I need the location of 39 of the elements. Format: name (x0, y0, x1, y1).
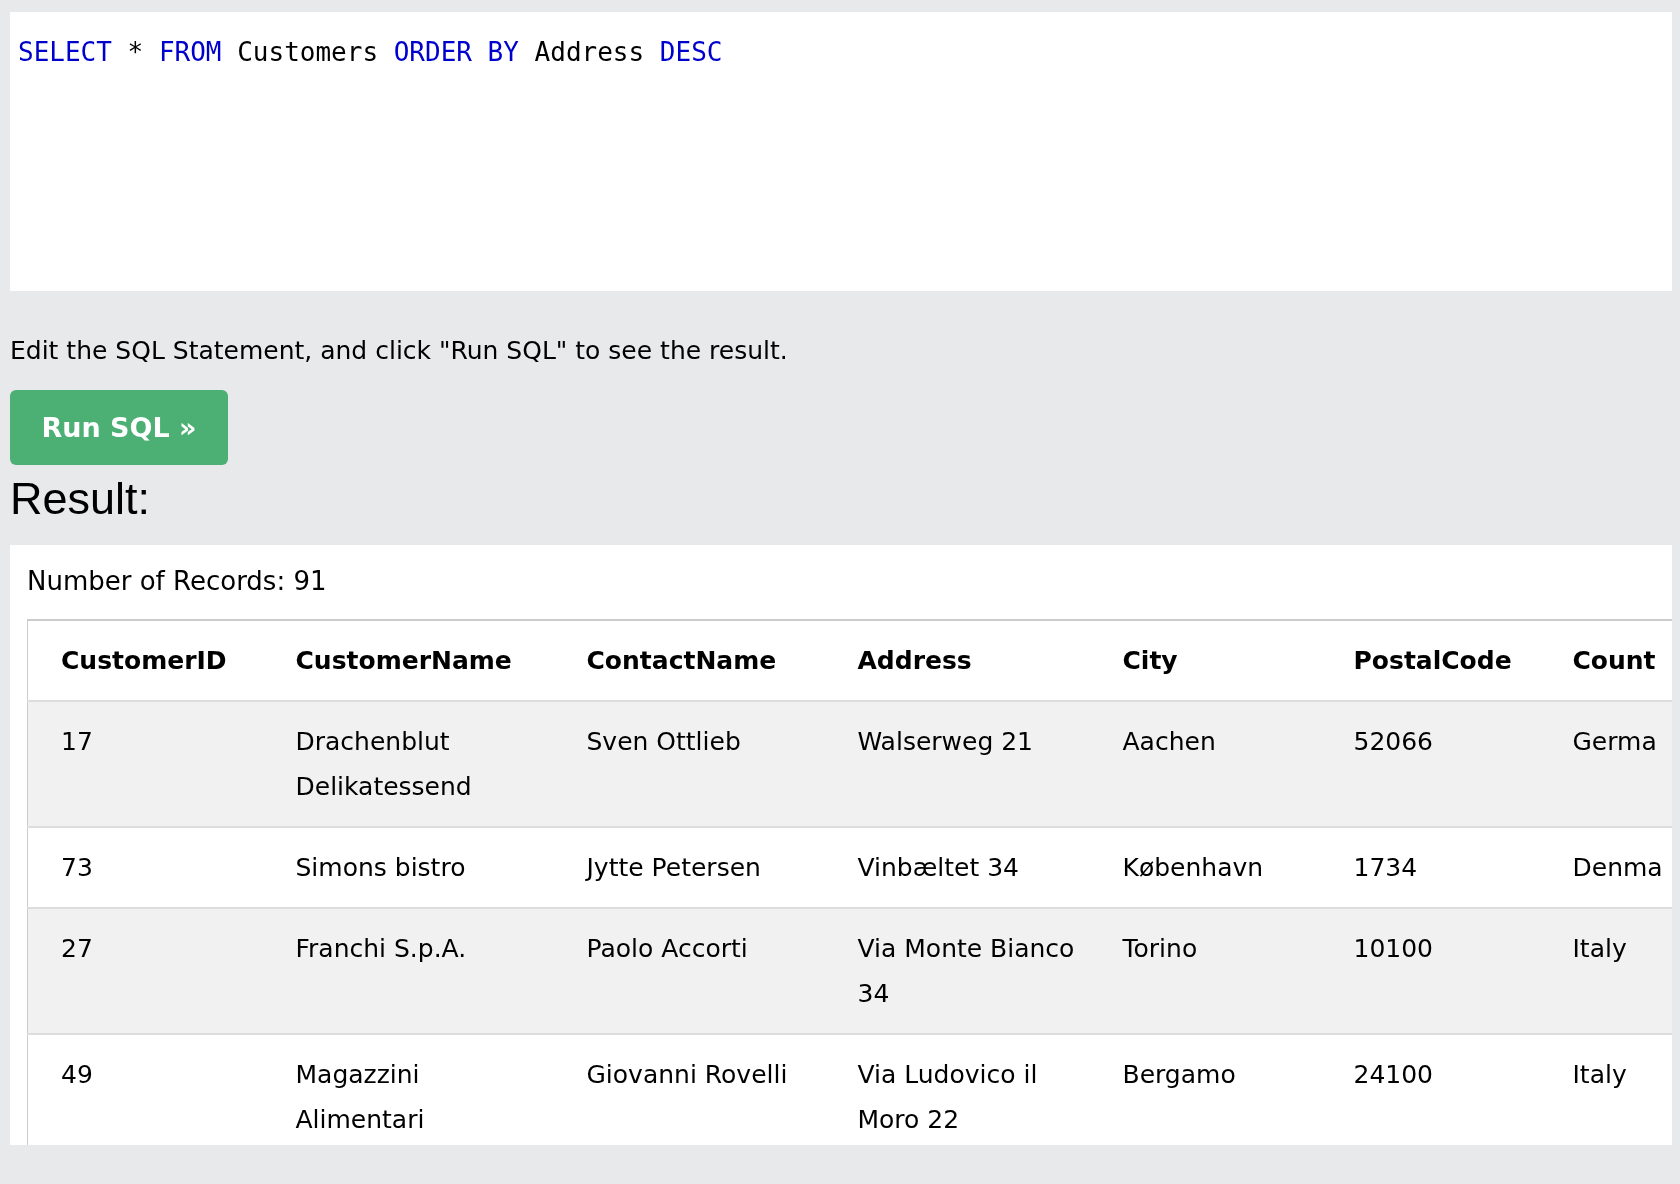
table-cell: 52066 (1353, 727, 1434, 756)
column-header: CustomerID (61, 646, 227, 675)
table-cell: Simons bistro (295, 853, 466, 882)
column-header: CustomerName (295, 646, 512, 675)
table-cell: Paolo Accorti (586, 934, 748, 963)
table-cell: Jytte Petersen (586, 853, 761, 882)
column-header: City (1122, 646, 1178, 675)
table-cell: Germa (1572, 727, 1657, 756)
table-cell: 27 (61, 934, 93, 963)
column-header: ContactName (586, 646, 777, 675)
table-cell: Franchi S.p.A. (295, 934, 467, 963)
table-cell: Vinbæltet 34 (857, 853, 1019, 882)
table-cell: Walserweg 21 (857, 727, 1034, 756)
table-cell: Italy (1572, 934, 1627, 963)
table-cell: Via Monte Bianco 34 (857, 934, 1075, 1008)
table-cell: Bergamo (1122, 1060, 1236, 1089)
table-cell: København (1122, 853, 1264, 882)
table-cell: Aachen (1122, 727, 1216, 756)
column-header: Count (1572, 646, 1656, 675)
table-cell: Via Ludovico il Moro 22 (857, 1060, 1038, 1134)
table-cell: 1734 (1353, 853, 1418, 882)
table-cell: Drachenblut Delikatessend (295, 727, 472, 801)
table-cell: 24100 (1353, 1060, 1434, 1089)
table-cell: Giovanni Rovelli (586, 1060, 788, 1089)
table-cell: Sven Ottlieb (586, 727, 741, 756)
column-header: Address (857, 646, 972, 675)
instruction-text: Edit the SQL Statement, and click "Run SQL" to see the result. (10, 335, 788, 367)
result-heading: Result: (10, 472, 151, 526)
table-cell: Magazzini Alimentari (295, 1060, 425, 1134)
table-cell: 10100 (1353, 934, 1434, 963)
table-cell: 49 (61, 1060, 93, 1089)
table-cell: 73 (61, 853, 93, 882)
sql-code[interactable]: SELECT * FROM Customers ORDER BY Address DESC (18, 32, 723, 72)
table-cell: Italy (1572, 1060, 1627, 1089)
table-cell: Denma (1572, 853, 1663, 882)
table-cell: 17 (61, 727, 93, 756)
table-cell: Torino (1122, 934, 1198, 963)
record-count: Number of Records: 91 (27, 565, 327, 598)
column-header: PostalCode (1353, 646, 1512, 675)
